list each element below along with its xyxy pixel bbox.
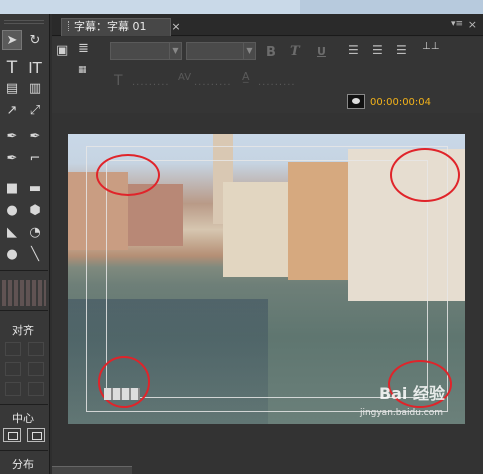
bold-button[interactable]: B: [266, 45, 276, 60]
line-tool-icon[interactable]: ╲: [25, 244, 45, 264]
window-top-strip-segment: [300, 0, 483, 14]
selection-tool-icon[interactable]: ➤: [2, 30, 22, 50]
highlight-circle-top-left: [96, 154, 160, 196]
kerning-label: AV: [178, 72, 192, 83]
font-style-dropdown[interactable]: ▼: [186, 42, 256, 60]
style-swatch-pattern: [2, 280, 46, 306]
title-designer-panel: 字幕：字幕 01 × ▾≡ × ▣ ≣ ▦ ▼ ▼ B T U ☰ ☰ ☰ ⊥⊥…: [52, 14, 483, 474]
watermark-url: jingyan.baidu.com: [359, 408, 443, 418]
chevron-down-icon: ▼: [169, 43, 181, 59]
arc-tool-icon[interactable]: ◔: [25, 222, 45, 242]
rotation-tool-icon[interactable]: ↻: [25, 30, 45, 50]
tools-separator: [0, 270, 48, 271]
ellipse-tool-icon[interactable]: ●: [2, 200, 22, 220]
bottom-panel-tab[interactable]: [52, 466, 132, 474]
tab-label: 字幕：字幕 01: [74, 20, 147, 33]
wedge-tool-icon[interactable]: ◣: [2, 222, 22, 242]
add-anchor-tool-icon[interactable]: ✒: [2, 148, 22, 168]
leading-icon: A̲: [242, 70, 250, 83]
kerning-scrubber[interactable]: .........: [194, 77, 232, 88]
highlight-circle-bottom-left: [98, 356, 150, 408]
window-top-strip: [0, 0, 483, 14]
tab-grip: [68, 21, 71, 31]
pen-tool-icon[interactable]: ✒: [2, 126, 22, 146]
tools-separator: [0, 310, 48, 311]
align-right-icon[interactable]: [5, 382, 21, 396]
leading-scrubber[interactable]: .........: [258, 77, 296, 88]
center-section-label: 中心: [12, 412, 34, 425]
panel-menu-button[interactable]: ▾≡: [451, 19, 463, 29]
tab-stops-icon[interactable]: ⊥⊥: [422, 41, 439, 52]
tab-title-designer[interactable]: 字幕：字幕 01: [61, 18, 171, 36]
convert-anchor-tool-icon[interactable]: ⌐: [25, 148, 45, 168]
circle-tool-icon[interactable]: ●: [2, 244, 22, 264]
title-safe-area: [106, 160, 428, 398]
tab-close-button[interactable]: ×: [170, 20, 182, 33]
panel-tab-bar: 字幕：字幕 01 × ▾≡ ×: [52, 14, 483, 36]
tools-separator: [0, 450, 48, 451]
panel-close-button[interactable]: ×: [468, 18, 477, 31]
area-type-tool-icon[interactable]: ▤: [2, 78, 22, 98]
align-left-text-icon[interactable]: ☰: [348, 43, 359, 57]
rectangle-tool-icon[interactable]: ■: [2, 178, 22, 198]
panel-grip[interactable]: [4, 20, 44, 24]
rounded-rectangle-tool-icon[interactable]: ▬: [25, 178, 45, 198]
vertical-type-tool-icon[interactable]: IT: [25, 58, 45, 78]
underline-button[interactable]: U: [317, 45, 326, 58]
italic-button[interactable]: T: [290, 44, 300, 59]
new-title-icon[interactable]: ▣: [56, 43, 68, 58]
align-center-v-icon[interactable]: [28, 362, 44, 376]
align-center-text-icon[interactable]: ☰: [372, 43, 383, 57]
roll-crawl-options-icon[interactable]: ≣: [78, 41, 89, 56]
align-center-h-icon[interactable]: [5, 362, 21, 376]
chevron-down-icon: ▼: [243, 43, 255, 59]
align-top-icon[interactable]: [28, 342, 44, 356]
templates-icon[interactable]: ▦: [78, 65, 87, 75]
center-vertical-icon[interactable]: [27, 428, 45, 442]
align-bottom-icon[interactable]: [28, 382, 44, 396]
vertical-area-type-tool-icon[interactable]: ▥: [25, 78, 45, 98]
title-canvas[interactable]: Bai 经验 jingyan.baidu.com: [68, 134, 465, 424]
align-left-icon[interactable]: [5, 342, 21, 356]
timecode-display[interactable]: 00:00:00:04: [370, 97, 431, 108]
center-horizontal-icon[interactable]: [3, 428, 21, 442]
vertical-path-type-tool-icon[interactable]: ⤢: [25, 100, 45, 120]
title-tools-panel: ➤ ↻ T IT ▤ ▥ ↗ ⤢ ✒ ✒ ✒ ⌐ ■ ▬ ● ⬢ ◣ ◔ ● ╲…: [0, 14, 50, 474]
highlight-circle-top-right: [390, 148, 460, 202]
text-cursor-box: [104, 388, 140, 400]
show-background-video-icon[interactable]: [347, 94, 365, 109]
font-family-dropdown[interactable]: ▼: [110, 42, 182, 60]
title-toolbar: ▣ ≣ ▦ ▼ ▼ B T U ☰ ☰ ☰ ⊥⊥ T ......... AV …: [52, 37, 483, 113]
path-type-tool-icon[interactable]: ↗: [2, 100, 22, 120]
distribute-section-label: 分布: [12, 458, 34, 471]
font-size-icon: T: [114, 73, 123, 89]
clipped-rectangle-tool-icon[interactable]: ⬢: [25, 200, 45, 220]
type-tool-icon[interactable]: T: [2, 58, 22, 78]
watermark-brand: Bai 经验: [378, 384, 445, 403]
align-right-text-icon[interactable]: ☰: [396, 43, 407, 57]
delete-anchor-tool-icon[interactable]: ✒: [25, 126, 45, 146]
tools-separator: [0, 404, 48, 405]
align-section-label: 对齐: [12, 324, 34, 337]
font-size-scrubber[interactable]: .........: [132, 77, 170, 88]
